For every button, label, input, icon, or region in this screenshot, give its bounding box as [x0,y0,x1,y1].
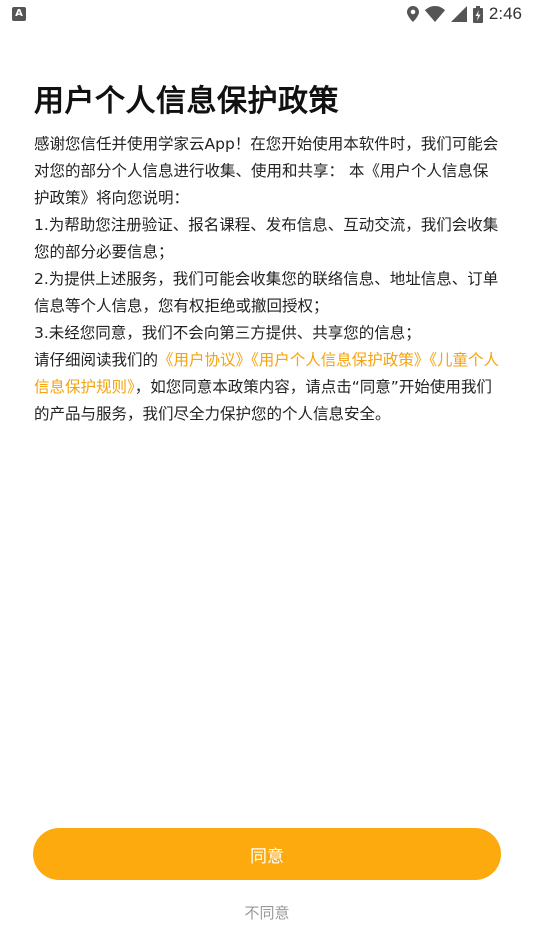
cellular-signal-icon [450,6,467,22]
location-icon [406,6,419,22]
privacy-policy-link[interactable]: 《用户个人信息保护政策》 [251,351,429,369]
status-time: 2:46 [488,4,522,23]
status-bar: A 2:46 [0,0,534,28]
user-agreement-link[interactable]: 《用户协议》 [158,351,251,369]
status-indicators: 2:46 [406,4,522,24]
disagree-button[interactable]: 不同意 [0,900,534,926]
wifi-icon [424,6,445,22]
policy-closing: 请仔细阅读我们的《用户协议》《用户个人信息保护政策》《儿童个人信息保护规则》，如… [34,347,502,428]
agree-button[interactable]: 同意 [33,828,501,880]
policy-item-3: 3.未经您同意，我们不会向第三方提供、共享您的信息； [34,324,421,342]
policy-intro: 感谢您信任并使用学家云App！在您开始使用本软件时，我们可能会对您的部分个人信息… [34,135,499,207]
notification-app-icon: A [12,7,26,21]
privacy-policy-screen: A 2:46 用户个人信息保护政策 感谢您信任并使用学家云App！在您开始使用本… [0,0,534,950]
page-title: 用户个人信息保护政策 [34,84,339,119]
policy-item-2: 2.为提供上述服务，我们可能会收集您的联络信息、地址信息、订单信息等个人信息，您… [34,270,499,315]
closing-prefix: 请仔细阅读我们的 [34,351,159,369]
battery-charging-icon [472,5,483,23]
policy-body: 感谢您信任并使用学家云App！在您开始使用本软件时，我们可能会对您的部分个人信息… [34,131,502,428]
policy-item-1: 1.为帮助您注册验证、报名课程、发布信息、互动交流，我们会收集您的部分必要信息； [34,216,499,261]
